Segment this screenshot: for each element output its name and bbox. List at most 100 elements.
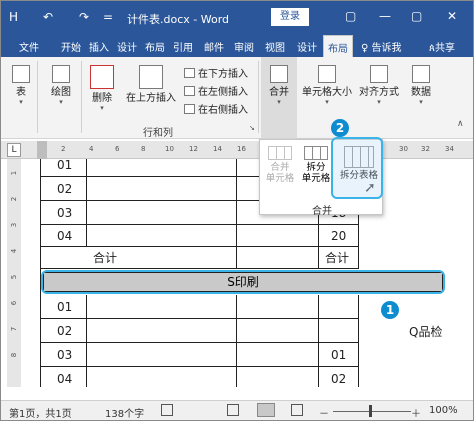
table-cell[interactable] <box>87 225 237 247</box>
tab-table-layout[interactable]: 布局 <box>323 35 353 57</box>
split-cells-icon <box>304 146 328 160</box>
insert-left-button[interactable]: 在左侧插入 <box>184 83 248 98</box>
table-cell[interactable] <box>87 367 237 387</box>
data-icon <box>412 65 430 83</box>
redo-icon[interactable]: ↷ <box>79 10 89 24</box>
zoom-out-button[interactable]: － <box>319 405 329 420</box>
delete-button[interactable]: 删除 ▾ <box>87 65 117 112</box>
insert-right-button[interactable]: 在右侧插入 <box>184 101 248 116</box>
table-cell[interactable] <box>87 295 237 319</box>
read-mode-icon[interactable] <box>227 404 239 416</box>
insert-above-button[interactable]: 在上方插入 <box>123 65 179 104</box>
table-cell[interactable]: 03 <box>41 343 87 367</box>
print-layout-icon[interactable] <box>257 403 275 417</box>
indent-marker[interactable] <box>37 141 47 159</box>
tab-insert[interactable]: 插入 <box>89 39 109 54</box>
zoom-slider[interactable] <box>333 411 411 412</box>
cursor-icon <box>12 65 30 83</box>
table-cell[interactable]: 02 <box>41 319 87 343</box>
insert-right-icon <box>184 104 195 114</box>
login-button[interactable]: 登录 <box>271 8 309 26</box>
page-count[interactable]: 第1页，共1页 <box>9 405 72 420</box>
table-cell[interactable] <box>237 247 319 269</box>
cell-size-button[interactable]: 单元格大小 ▾ <box>301 65 353 106</box>
tab-table-design[interactable]: 设计 <box>297 39 317 54</box>
tab-selector[interactable]: L <box>7 143 21 157</box>
step-badge-1: 1 <box>381 301 399 319</box>
rows-cols-group-label: 行和列 <box>143 128 173 139</box>
zoom-slider-thumb[interactable] <box>369 405 372 417</box>
table-cell[interactable]: 20 <box>319 225 359 247</box>
pencil-grid-icon <box>52 65 70 83</box>
table-cell[interactable]: 01 <box>41 295 87 319</box>
table-cell[interactable] <box>237 225 319 247</box>
tab-view[interactable]: 视图 <box>265 39 285 54</box>
tell-me-search[interactable]: ♀ 告诉我 <box>361 39 402 54</box>
alignment-icon <box>370 65 388 83</box>
document-area[interactable]: 01 02 16 03 18 04 20 合计 合计 S印刷 01 02 Q品检… <box>23 159 473 387</box>
table-cell[interactable]: 04 <box>41 225 87 247</box>
merge-cells-label: 合并 单元格 <box>265 162 295 184</box>
table-cell[interactable] <box>319 319 359 343</box>
maximize-icon[interactable]: ▢ <box>411 9 422 23</box>
tab-design[interactable]: 设计 <box>117 39 137 54</box>
draw-button[interactable]: 绘图 ▾ <box>45 65 77 106</box>
customize-qat-icon[interactable]: = <box>103 10 113 24</box>
share-button[interactable]: ጰ共享 <box>429 39 455 54</box>
dialog-launcher-icon[interactable]: ↘ <box>249 124 255 132</box>
table-cell[interactable] <box>87 159 237 177</box>
table-cell[interactable]: 01 <box>41 159 87 177</box>
collapse-ribbon-icon[interactable]: ∧ <box>457 119 464 129</box>
status-bar: 第1页，共1页 138个字 － ＋ 100% <box>1 400 473 420</box>
minimize-icon[interactable]: — <box>379 9 391 23</box>
selection-highlight <box>41 270 445 294</box>
merge-group-label: 合并 <box>312 206 332 217</box>
undo-icon[interactable]: ↶ <box>43 10 53 24</box>
table-cell[interactable] <box>87 177 237 201</box>
zoom-level[interactable]: 100% <box>429 405 458 416</box>
web-layout-icon[interactable] <box>291 404 303 416</box>
close-icon[interactable]: ✕ <box>447 9 457 23</box>
merge-button[interactable]: 合并 ▾ <box>261 57 297 139</box>
table-cell[interactable] <box>237 367 319 387</box>
tab-references[interactable]: 引用 <box>173 39 193 54</box>
table-cell[interactable]: 02 <box>41 177 87 201</box>
table-cell[interactable] <box>319 295 359 319</box>
total-cell[interactable]: 合计 <box>41 247 237 269</box>
merge-cells-option[interactable]: 合并 单元格 <box>264 146 296 184</box>
total-cell[interactable]: 合计 <box>319 247 359 269</box>
table-cell[interactable] <box>87 201 237 225</box>
ribbon-display-icon[interactable]: ▢ <box>345 9 356 23</box>
table-cell[interactable] <box>237 343 319 367</box>
word-count[interactable]: 138个字 <box>105 405 144 420</box>
table-label: 表 <box>16 87 26 98</box>
table-cell[interactable] <box>237 295 319 319</box>
table-cell[interactable]: 04 <box>41 367 87 387</box>
zoom-in-button[interactable]: ＋ <box>411 405 421 420</box>
tab-review[interactable]: 审阅 <box>234 39 254 54</box>
split-cells-option[interactable]: 拆分 单元格 <box>300 146 332 184</box>
table-cell[interactable] <box>237 319 319 343</box>
merge-cells-icon <box>268 146 292 160</box>
proofing-icon[interactable] <box>161 404 173 416</box>
insert-left-label: 在左侧插入 <box>198 87 248 98</box>
split-cells-label: 拆分 单元格 <box>301 162 331 184</box>
tab-home[interactable]: 开始 <box>61 39 81 54</box>
title-bar: H ↶ ↷ = 计件表.docx - Word 登录 ▢ — ▢ ✕ <box>1 1 473 35</box>
tab-file[interactable]: 文件 <box>19 39 39 54</box>
table-button[interactable]: 表 ▾ <box>9 65 33 106</box>
alignment-button[interactable]: 对齐方式 ▾ <box>357 65 401 106</box>
tab-layout[interactable]: 布局 <box>145 39 165 54</box>
table-cell[interactable] <box>87 319 237 343</box>
tab-mailings[interactable]: 邮件 <box>204 39 224 54</box>
alignment-label: 对齐方式 <box>359 87 399 98</box>
table-cell[interactable]: 03 <box>41 201 87 225</box>
data-button[interactable]: 数据 ▾ <box>407 65 435 106</box>
table-cell[interactable] <box>87 343 237 367</box>
insert-below-button[interactable]: 在下方插入 <box>184 65 248 80</box>
split-table-highlight <box>331 137 383 199</box>
table-cell[interactable]: 02 <box>319 367 359 387</box>
save-icon[interactable]: H <box>9 10 18 24</box>
lightbulb-icon: ♀ <box>361 43 372 54</box>
table-cell[interactable]: 01 <box>319 343 359 367</box>
